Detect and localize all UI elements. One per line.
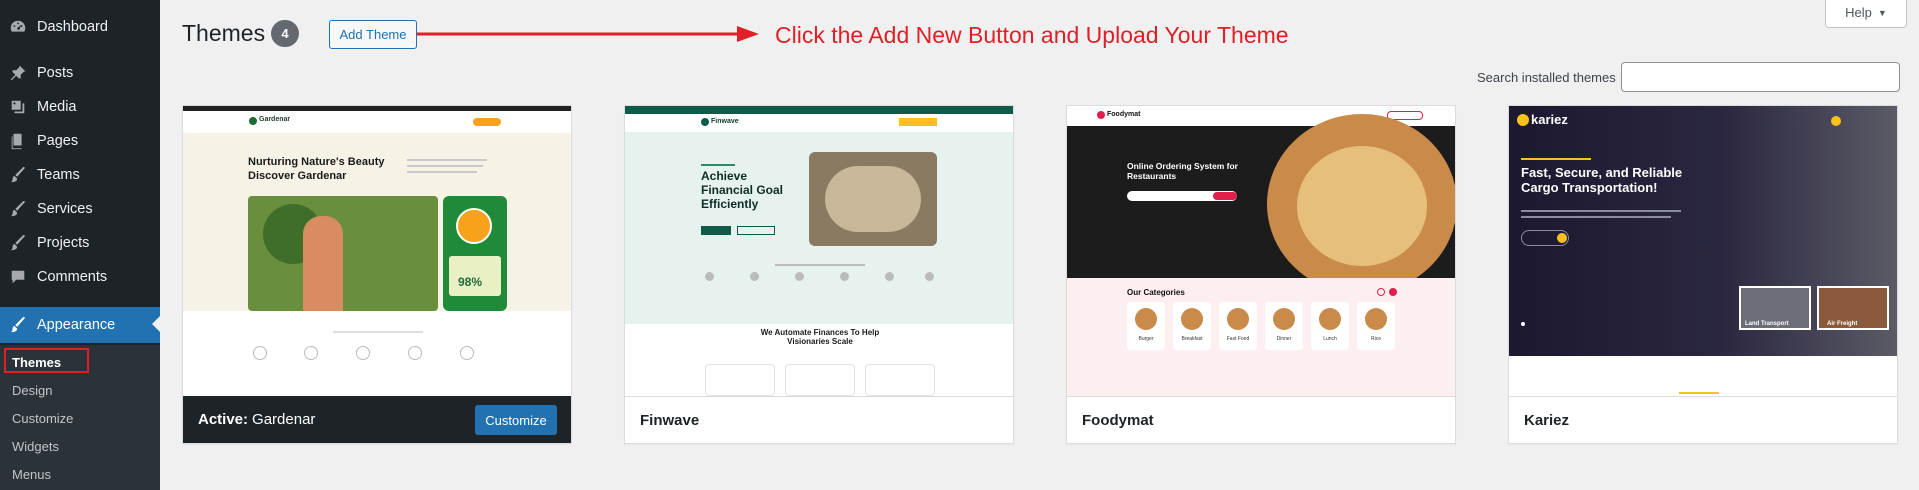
caret-down-icon: ▼ [1877,7,1887,18]
theme-card-gardenar[interactable]: Gardenar Nurturing Nature's Beauty Disco… [182,105,572,444]
theme-count-badge: 4 [271,20,299,47]
preview-headline-2: Discover Gardenar [248,170,347,182]
category-label: Fast Food [1226,336,1250,342]
add-theme-button[interactable]: Add Theme [329,20,417,49]
page-title: Themes [182,20,266,46]
theme-screenshot: Foodymat Online Ordering System for Rest… [1067,106,1455,396]
preview-brand: kariez [1531,112,1568,127]
active-label: Active: [198,411,249,428]
preview-category-tile: Rice [1357,302,1395,350]
theme-screenshot: Finwave Achieve Financial Goal Efficient… [625,106,1013,396]
sidebar-item-label: Media [37,99,77,115]
sidebar-item-appearance[interactable]: Appearance [0,307,160,343]
theme-screenshot: Gardenar Nurturing Nature's Beauty Disco… [183,106,571,396]
preview-category-tile: Dinner [1265,302,1303,350]
annotation-text: Click the Add New Button and Upload Your… [775,22,1289,48]
submenu-menus[interactable]: Menus [12,467,51,482]
sidebar-item-pages[interactable]: Pages [0,124,160,158]
category-label: Rice [1370,336,1381,342]
theme-screenshot: kariez Fast, Secure, and Reliable Cargo … [1509,106,1897,396]
preview-category-tile: Breakfast [1173,302,1211,350]
category-label: Dinner [1276,336,1292,342]
theme-name-bar: Kariez [1509,396,1897,443]
customize-button[interactable]: Customize [475,405,557,435]
category-image [1227,308,1249,330]
help-label: Help [1845,5,1872,20]
dashboard-icon [9,18,27,36]
submenu-widgets[interactable]: Widgets [12,439,59,454]
category-image [1365,308,1387,330]
active-theme-bar: Active: Gardenar Customize [183,396,571,443]
preview-headline: Achieve Financial Goal Efficiently [701,169,784,211]
preview-headline: Fast, Secure, and Reliable Cargo Transpo… [1521,165,1683,195]
category-label: Burger [1138,336,1154,342]
sidebar-item-media[interactable]: Media [0,90,160,124]
preview-tag-land: Land Transport [1745,321,1789,327]
theme-name: Gardenar [252,411,316,428]
sidebar-item-label: Appearance [37,317,116,333]
sidebar-item-dashboard[interactable]: Dashboard [0,10,160,44]
sidebar-item-projects[interactable]: Projects [0,226,160,260]
theme-name: Foodymat [1082,411,1154,429]
brush-icon [9,166,27,184]
category-image [1273,308,1295,330]
sidebar-item-label: Pages [37,133,79,149]
pages-icon [9,132,27,150]
sidebar-item-label: Teams [37,167,80,183]
category-image [1319,308,1341,330]
preview-tag-air: Air Freight [1827,321,1858,327]
theme-name: Finwave [640,411,700,429]
sidebar-item-services[interactable]: Services [0,192,160,226]
comment-icon [9,268,27,286]
sidebar-item-label: Comments [37,269,108,285]
theme-card-kariez[interactable]: kariez Fast, Secure, and Reliable Cargo … [1508,105,1898,444]
help-button[interactable]: Help ▼ [1825,0,1907,28]
category-image [1181,308,1203,330]
preview-section: Our Categories [1127,288,1185,297]
themes-highlight-box [4,348,89,373]
theme-name-bar: Finwave [625,396,1013,443]
preview-headline: Nurturing Nature's Beauty [248,156,385,168]
sidebar-item-posts[interactable]: Posts [0,56,160,90]
preview-headline: Online Ordering System for Restaurants [1127,161,1238,181]
preview-category-tile: Burger [1127,302,1165,350]
pin-icon [9,64,27,82]
admin-sidebar: Dashboard Posts Media Pages Teams Servic… [0,0,160,490]
sidebar-item-teams[interactable]: Teams [0,158,160,192]
category-label: Breakfast [1181,336,1203,342]
submenu-customize[interactable]: Customize [12,411,73,426]
preview-subheadline: We Automate Finances To Help Visionaries… [760,328,880,347]
annotation-arrow [417,26,759,42]
sidebar-item-label: Dashboard [37,19,108,35]
theme-card-finwave[interactable]: Finwave Achieve Financial Goal Efficient… [624,105,1014,444]
search-themes-input[interactable] [1621,62,1900,92]
media-icon [9,98,27,116]
submenu-design[interactable]: Design [12,383,52,398]
paintbrush-icon [9,316,27,334]
preview-brand: Gardenar [259,116,291,123]
sidebar-item-comments[interactable]: Comments [0,260,160,294]
sidebar-item-label: Services [37,201,93,217]
sidebar-item-label: Projects [37,235,90,251]
sidebar-item-label: Posts [37,65,74,81]
category-image [1135,308,1157,330]
preview-category-tile: Lunch [1311,302,1349,350]
theme-card-foodymat[interactable]: Foodymat Online Ordering System for Rest… [1066,105,1456,444]
theme-name-bar: Foodymat [1067,396,1455,443]
brush-icon [9,200,27,218]
theme-name: Kariez [1524,411,1570,429]
preview-category-tile: Fast Food [1219,302,1257,350]
preview-brand: Foodymat [1107,111,1141,118]
preview-brand: Finwave [711,118,739,125]
search-label: Search installed themes [1477,70,1616,85]
preview-stat: 98% [458,275,483,289]
category-label: Lunch [1323,336,1337,342]
brush-icon [9,234,27,252]
